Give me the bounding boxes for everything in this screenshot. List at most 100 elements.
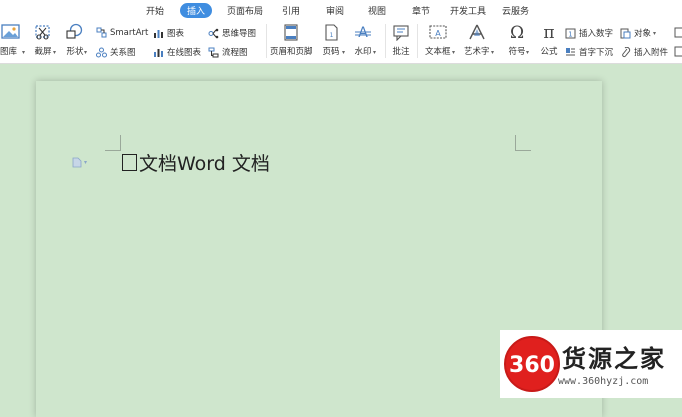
mindmap-icon: [208, 28, 219, 38]
tab-chapter[interactable]: 章节: [412, 4, 430, 17]
tab-review[interactable]: 审阅: [326, 4, 344, 17]
svg-text:A: A: [358, 25, 368, 41]
chart-icon: [154, 29, 163, 38]
tab-references[interactable]: 引用: [282, 4, 300, 17]
paragraph-handle[interactable]: ▾: [72, 157, 87, 168]
wordart-dropdown-icon[interactable]: ▾: [491, 49, 494, 56]
svg-text:1: 1: [330, 32, 334, 39]
tab-insert[interactable]: 插入: [180, 3, 213, 18]
mindmap-button[interactable]: 思维导图: [208, 27, 256, 39]
page-number-label: 页码: [322, 47, 340, 57]
smartart-label: SmartArt: [110, 27, 149, 38]
tab-cloud[interactable]: 云服务: [502, 4, 529, 17]
chevron-down-icon: ▾: [84, 159, 88, 166]
smartart-button[interactable]: SmartArt: [96, 27, 148, 38]
chart-button[interactable]: 图表: [153, 27, 184, 39]
textbox-dropdown-icon[interactable]: ▾: [452, 49, 455, 56]
svg-text:Ω: Ω: [510, 23, 524, 41]
textbox-label: 文本框: [425, 47, 451, 57]
header-footer-icon: [284, 24, 298, 41]
wordart-label: 艺术字: [464, 47, 490, 57]
shapes-dropdown-icon[interactable]: ▾: [84, 49, 87, 56]
ribbon-separator: [385, 24, 386, 58]
screenshot-label: 截屏: [34, 47, 52, 57]
site-url: www.360hyzj.com: [558, 376, 649, 387]
svg-text:π: π: [543, 23, 554, 41]
screenshot-button[interactable]: 截屏: [33, 23, 53, 57]
dropcap-label: 首字下沉: [579, 48, 614, 58]
textbox-button[interactable]: A 文本框: [425, 23, 451, 57]
mindmap-label: 思维导图: [222, 29, 257, 39]
360-logo-icon: 360: [504, 336, 560, 392]
watermark-dropdown-icon[interactable]: ▾: [373, 49, 376, 56]
ribbon-separator: [417, 24, 418, 58]
formula-label: 公式: [540, 47, 558, 57]
relation-icon: [96, 47, 107, 57]
pi-formula-icon: π: [543, 23, 554, 41]
symbol-dropdown-icon[interactable]: ▾: [526, 49, 529, 56]
picture-icon: [1, 24, 20, 39]
online-chart-icon: [154, 48, 163, 57]
online-chart-label: 在线图表: [167, 48, 202, 58]
comment-button[interactable]: 批注: [391, 23, 411, 57]
wordart-icon: [469, 24, 485, 40]
document-body-text[interactable]: 文档Word 文档: [122, 152, 270, 176]
header-footer-button[interactable]: 页眉和页脚: [270, 23, 313, 57]
flowchart-label: 流程图: [222, 48, 248, 58]
dropcap-button[interactable]: 首字下沉: [565, 46, 613, 58]
shapes-label: 形状: [66, 47, 84, 57]
object-dropdown-icon[interactable]: ▾: [653, 30, 656, 37]
svg-text:1: 1: [568, 30, 572, 38]
wordart-button[interactable]: 艺术字: [464, 23, 490, 57]
relation-chart-button[interactable]: 关系图: [96, 46, 136, 58]
picture-gallery-button[interactable]: 图库: [0, 23, 22, 57]
tab-page-layout[interactable]: 页面布局: [227, 4, 263, 17]
page-number-dropdown-icon[interactable]: ▾: [342, 49, 345, 56]
picture-label: 图库: [0, 47, 18, 57]
more-button[interactable]: [674, 27, 682, 38]
ribbon-tab-bar: 开始 插入 页面布局 引用 审阅 视图 章节 开发工具 云服务: [0, 0, 682, 20]
object-icon: [620, 28, 631, 38]
watermark-icon: A: [355, 25, 371, 41]
watermark-label: 水印: [354, 47, 372, 57]
shapes-icon: [66, 23, 83, 39]
shapes-button[interactable]: 形状: [64, 23, 86, 57]
ribbon-separator: [266, 24, 267, 58]
watermark-button[interactable]: A 水印: [352, 23, 374, 57]
comment-icon: [393, 25, 409, 41]
object-button[interactable]: 对象 ▾: [620, 27, 656, 39]
margin-corner-top-left: [105, 135, 121, 151]
tab-developer[interactable]: 开发工具: [450, 4, 486, 17]
insert-number-icon: 1: [565, 28, 576, 38]
paperclip-icon: [622, 46, 631, 57]
textbox-icon: A: [429, 25, 447, 39]
document-text: 文档Word 文档: [139, 153, 270, 175]
relation-label: 关系图: [110, 48, 136, 58]
formula-button[interactable]: π 公式: [539, 23, 559, 57]
ribbon-insert-panel: 图库 ▾ 截屏 ▾ 形状 ▾ SmartArt 关系图 图表 在线图表 思维导图…: [0, 20, 682, 64]
insert-number-button[interactable]: 1 插入数字: [565, 27, 613, 39]
document-paragraph-icon: [72, 157, 82, 168]
symbol-button[interactable]: Ω 符号: [507, 23, 527, 57]
chart-label: 图表: [167, 29, 185, 39]
picture-dropdown-icon[interactable]: ▾: [22, 49, 25, 56]
tab-home[interactable]: 开始: [146, 4, 164, 17]
tab-view[interactable]: 视图: [368, 4, 386, 17]
flowchart-icon: [208, 47, 219, 57]
attachment-label: 插入附件: [634, 48, 669, 58]
attachment-button[interactable]: 插入附件: [620, 46, 668, 58]
dropcap-icon: [566, 47, 575, 55]
online-chart-button[interactable]: 在线图表: [153, 46, 201, 58]
comment-label: 批注: [392, 47, 410, 57]
site-name: 货源之家: [562, 345, 666, 373]
screenshot-dropdown-icon[interactable]: ▾: [53, 49, 56, 56]
insert-number-label: 插入数字: [579, 29, 614, 39]
page-number-button[interactable]: 1 页码: [321, 23, 341, 57]
scissors-screenshot-icon: [35, 25, 50, 40]
page-number-icon: 1: [325, 24, 338, 41]
symbol-label: 符号: [508, 47, 526, 57]
more-button-2[interactable]: [674, 46, 682, 57]
flowchart-button[interactable]: 流程图: [208, 46, 248, 58]
svg-text:A: A: [435, 29, 441, 38]
margin-corner-top-right: [515, 135, 531, 151]
